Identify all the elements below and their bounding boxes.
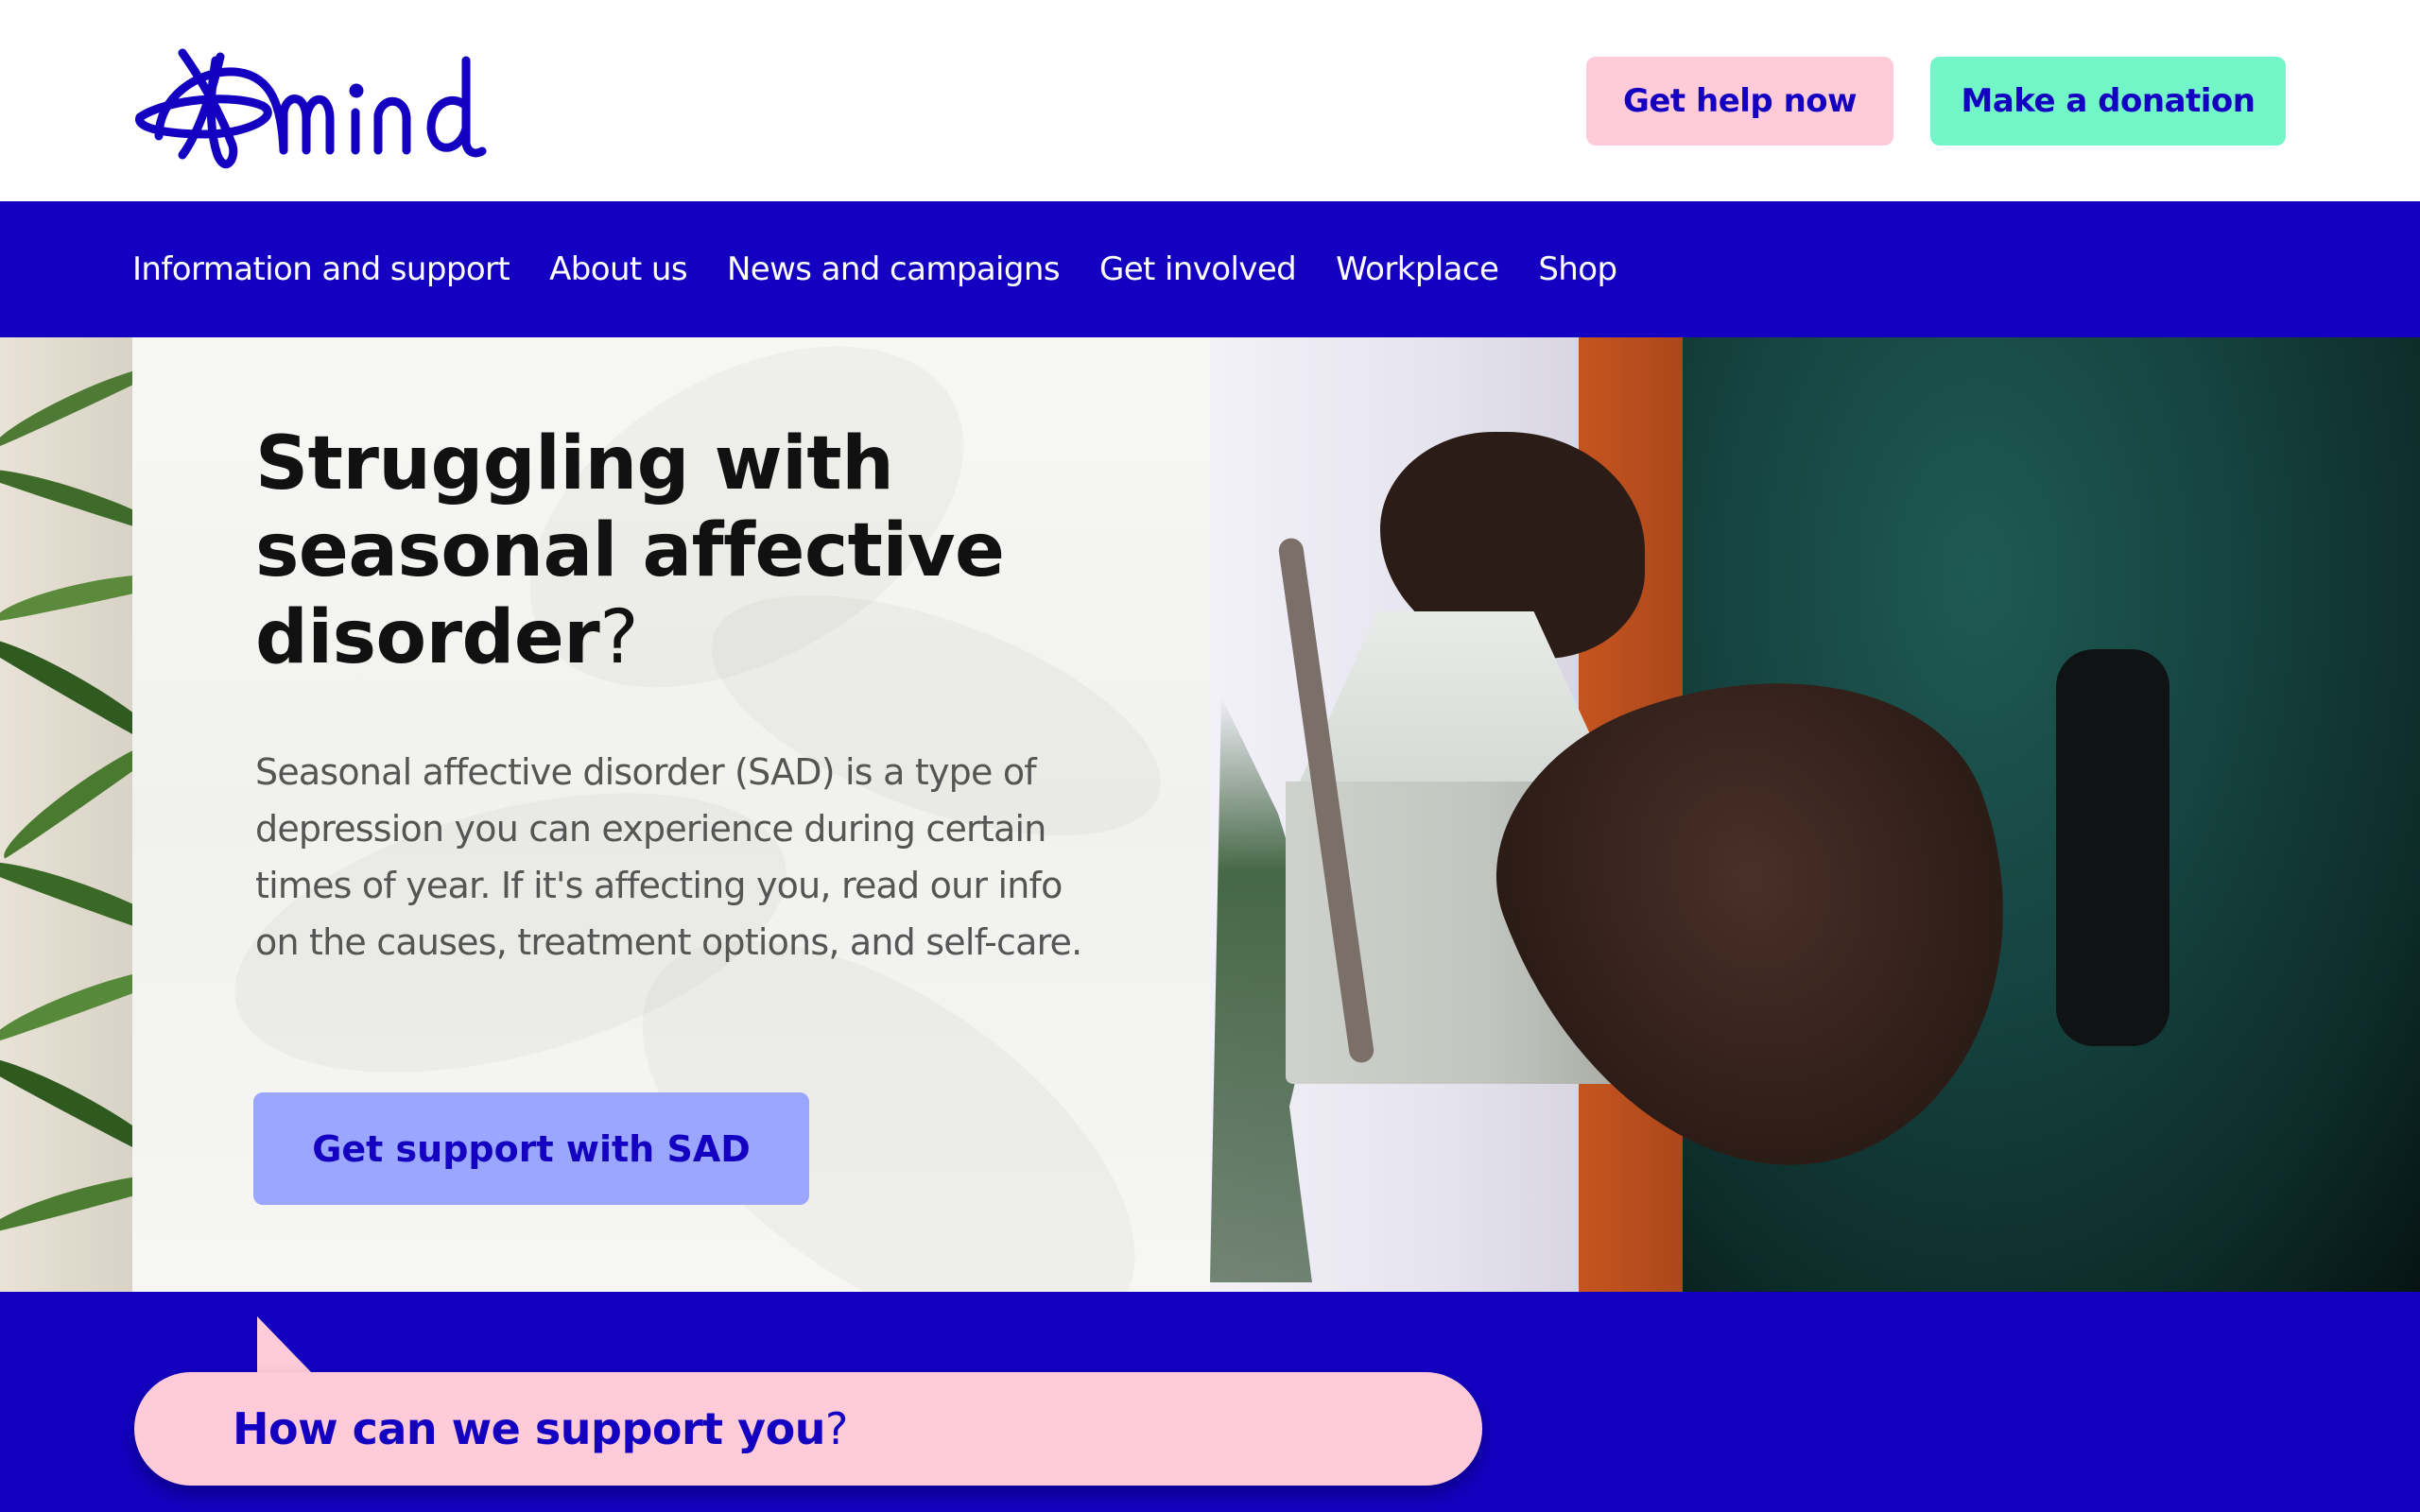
get-support-with-sad-button[interactable]: Get support with SAD [253,1092,809,1205]
nav-item-news-and-campaigns[interactable]: News and campaigns [727,250,1061,288]
nav-item-about-us[interactable]: About us [549,250,687,288]
plant-background-image [0,337,132,1292]
support-speech-bubble: How can we support you? [134,1372,1482,1486]
support-heading-question-mark: ? [825,1403,848,1454]
nav-item-get-involved[interactable]: Get involved [1099,250,1297,288]
mind-logo[interactable] [130,23,490,179]
hero-description: Seasonal affective disorder (SAD) is a t… [255,751,1082,963]
site-header: Get help now Make a donation [0,0,2420,201]
nav-item-shop[interactable]: Shop [1538,250,1617,288]
mind-logo-icon [135,48,487,169]
support-heading-text: How can we support you [233,1403,826,1454]
nav-item-information-and-support[interactable]: Information and support [132,250,510,288]
hero-content-panel: Struggling with seasonal affective disor… [132,337,1210,1292]
main-navigation: Information and support About us News an… [0,201,2420,513]
nav-menu: Information and support About us News an… [132,201,1656,337]
speech-bubble-tail [257,1316,312,1373]
hero-title: Struggling with seasonal affective disor… [255,421,1106,681]
nav-item-workplace[interactable]: Workplace [1336,250,1499,288]
support-heading: How can we support you? [233,1403,848,1454]
hero-image [1210,337,2420,1292]
hero-title-question-mark: ? [599,595,639,680]
hero-section: Struggling with seasonal affective disor… [0,337,2420,1292]
get-help-now-button[interactable]: Get help now [1586,57,1893,146]
make-donation-button[interactable]: Make a donation [1930,57,2286,146]
